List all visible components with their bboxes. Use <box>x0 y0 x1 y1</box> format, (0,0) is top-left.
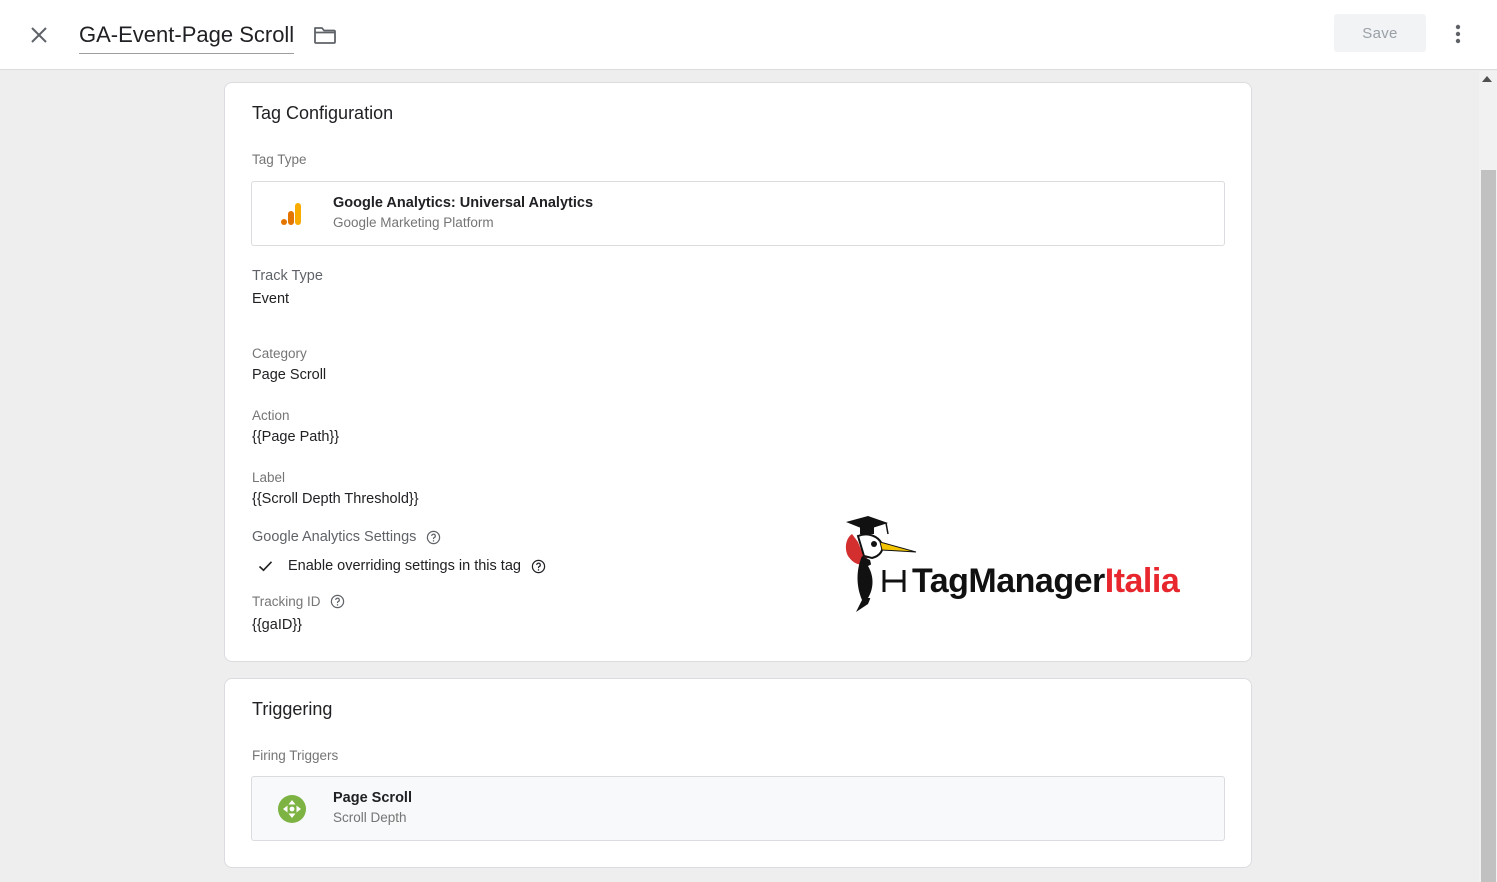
help-icon[interactable] <box>426 530 441 545</box>
save-button[interactable]: Save <box>1334 14 1426 52</box>
tag-name-field[interactable]: GA-Event-Page Scroll <box>79 20 295 54</box>
trigger-name: Page Scroll <box>333 790 412 806</box>
scroll-depth-icon <box>278 795 306 823</box>
scroll-up-arrow[interactable] <box>1482 76 1492 82</box>
close-icon[interactable] <box>24 20 54 50</box>
svg-text:TagManagerItalia: TagManagerItalia <box>912 562 1181 600</box>
tracking-id-value: {{gaID}} <box>252 617 302 633</box>
label-value: {{Scroll Depth Threshold}} <box>252 491 419 507</box>
trigger-subtitle: Scroll Depth <box>333 810 407 825</box>
tagmanageritalia-logo: TagManagerItalia <box>845 516 1181 612</box>
trigger-item[interactable]: Page Scroll Scroll Depth <box>251 776 1225 841</box>
category-label: Category <box>252 346 307 361</box>
google-analytics-icon <box>281 203 301 225</box>
ga-settings-row: Google Analytics Settings <box>252 529 441 545</box>
section-title: Tag Configuration <box>252 103 394 123</box>
scrollbar-thumb[interactable] <box>1481 170 1496 882</box>
logo-text-accent: Italia <box>1105 562 1181 600</box>
top-bar: GA-Event-Page Scroll Save <box>0 0 1497 70</box>
tag-name: GA-Event-Page Scroll <box>79 22 295 47</box>
help-icon[interactable] <box>531 559 546 574</box>
label-label: Label <box>252 470 286 485</box>
track-type-value: Event <box>252 291 290 307</box>
action-value: {{Page Path}} <box>252 429 340 445</box>
override-settings-label: Enable overriding settings in this tag <box>288 558 521 574</box>
checkmark-icon[interactable] <box>258 560 273 572</box>
help-icon[interactable] <box>330 594 345 609</box>
folder-icon[interactable] <box>311 22 339 48</box>
ga-settings-label: Google Analytics Settings <box>252 529 417 545</box>
logo-text-dark: TagManager <box>912 562 1105 600</box>
tracking-id-row: Tracking ID <box>252 594 345 609</box>
override-settings-row[interactable]: Enable overriding settings in this tag <box>258 558 546 574</box>
more-options-icon[interactable] <box>1446 20 1470 48</box>
track-type-label: Track Type <box>252 268 323 284</box>
tag-type-box[interactable]: Google Analytics: Universal Analytics Go… <box>251 181 1225 246</box>
firing-triggers-label: Firing Triggers <box>252 748 339 763</box>
triggering-card[interactable]: Triggering Firing Triggers Page Scroll S… <box>224 678 1252 868</box>
tag-type-subtitle: Google Marketing Platform <box>333 215 494 230</box>
action-label: Action <box>252 408 290 423</box>
tag-type-name: Google Analytics: Universal Analytics <box>333 195 594 211</box>
category-value: Page Scroll <box>252 367 327 383</box>
tag-type-label: Tag Type <box>252 152 307 167</box>
section-title: Triggering <box>252 699 333 719</box>
tracking-id-label: Tracking ID <box>252 594 321 609</box>
